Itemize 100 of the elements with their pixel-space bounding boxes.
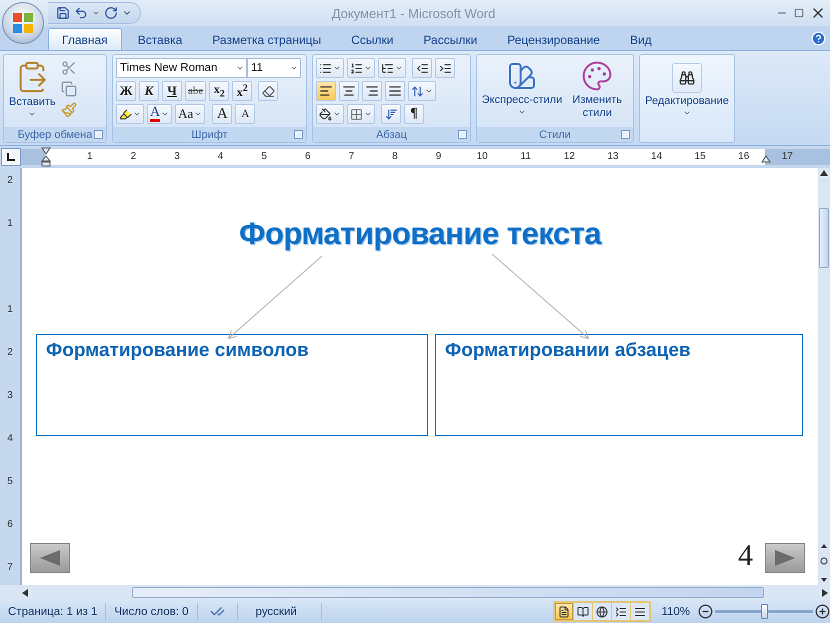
line-spacing-button[interactable] xyxy=(408,81,436,101)
group-label: Стили xyxy=(539,128,571,140)
outdent-icon xyxy=(416,62,428,74)
format-button[interactable]: К xyxy=(139,81,159,101)
format-button[interactable]: abe xyxy=(185,81,206,101)
ruler-number: 2 xyxy=(7,174,13,188)
next-button[interactable] xyxy=(765,543,805,573)
bullets-button[interactable] xyxy=(316,58,344,78)
caret-icon xyxy=(682,109,691,117)
document-heading: Форматирование текста xyxy=(238,216,601,252)
ruler-number: 9 xyxy=(434,150,442,164)
shading-button[interactable] xyxy=(316,104,344,124)
align-button[interactable] xyxy=(385,81,405,101)
ribbon-tab[interactable]: Главная xyxy=(48,28,122,50)
sort-button[interactable] xyxy=(381,104,401,124)
zoom-in-icon[interactable] xyxy=(815,604,830,619)
quick-styles-button[interactable]: Экспресс-стили xyxy=(480,58,564,124)
decrease-indent-button[interactable] xyxy=(412,58,432,78)
show-marks-button[interactable]: ¶ xyxy=(404,104,424,124)
restore-icon[interactable] xyxy=(794,8,804,18)
ribbon-tab[interactable]: Рецензирование xyxy=(493,28,614,50)
scroll-up-icon[interactable] xyxy=(820,170,828,176)
binoculars-icon xyxy=(678,70,695,86)
tab-selector[interactable] xyxy=(1,148,21,166)
ruler-number: 11 xyxy=(520,150,532,164)
font-size-field[interactable]: 11 xyxy=(247,58,301,78)
ruler-number: 7 xyxy=(348,150,356,164)
caret-icon xyxy=(395,64,403,72)
view-button[interactable] xyxy=(612,603,630,620)
group-label: Абзац xyxy=(376,128,407,140)
font-color-button[interactable]: A xyxy=(147,104,172,124)
change-case-button[interactable]: Aa xyxy=(175,104,206,124)
scroll-thumb[interactable] xyxy=(819,208,829,268)
align-button[interactable] xyxy=(339,81,359,101)
font-name-field[interactable]: Times New Roman xyxy=(116,58,247,78)
ruler-number: 6 xyxy=(7,518,13,532)
cut-icon[interactable] xyxy=(60,60,77,76)
undo-icon[interactable] xyxy=(74,6,88,20)
redo-icon[interactable] xyxy=(104,6,118,20)
grow-font-button[interactable]: A xyxy=(212,104,232,124)
indent-marker-icon[interactable] xyxy=(41,147,51,167)
caret-icon xyxy=(364,64,372,72)
increase-indent-button[interactable] xyxy=(435,58,455,78)
slider-thumb[interactable] xyxy=(761,604,768,619)
ruler-number: 1 xyxy=(7,217,13,231)
paste-button[interactable]: Вставить xyxy=(7,58,58,124)
numbering-button[interactable] xyxy=(347,58,375,78)
save-icon[interactable] xyxy=(56,6,70,20)
page-count[interactable]: Страница: 1 из 1 xyxy=(0,603,106,620)
view-button[interactable] xyxy=(555,603,574,620)
align-button[interactable] xyxy=(316,81,336,101)
caret-icon xyxy=(92,9,100,17)
ribbon-tab[interactable]: Рассылки xyxy=(409,28,492,50)
format-button[interactable]: Ж xyxy=(116,81,136,101)
language[interactable]: русский xyxy=(238,603,322,620)
scroll-left-icon[interactable] xyxy=(22,588,28,596)
grid-icon xyxy=(350,108,363,120)
ruler-number: 3 xyxy=(7,389,13,403)
globe-icon xyxy=(596,606,608,618)
shrink-font-button[interactable]: A xyxy=(235,104,256,124)
clear-format-button[interactable] xyxy=(258,81,278,101)
right-triangle-icon xyxy=(774,549,796,567)
align-icon xyxy=(319,84,333,98)
indent-icon xyxy=(438,62,452,74)
view-button[interactable] xyxy=(574,603,592,620)
format-button[interactable]: Ч xyxy=(162,81,182,101)
horizontal-scrollbar[interactable] xyxy=(0,585,830,600)
align-button[interactable] xyxy=(362,81,382,101)
format-button[interactable]: x$_{2}$ xyxy=(209,81,230,101)
caret-icon xyxy=(236,64,244,72)
scroll-thumb[interactable] xyxy=(132,587,764,598)
ruler-number: 8 xyxy=(391,150,399,164)
zoom-out-icon[interactable] xyxy=(698,604,713,619)
ribbon-tab[interactable]: Разметка страницы xyxy=(198,28,336,50)
view-button[interactable] xyxy=(631,603,650,620)
numbered-list-icon xyxy=(350,62,363,74)
word-count[interactable]: Число слов: 0 xyxy=(106,603,198,620)
book-icon xyxy=(577,606,590,618)
vertical-scrollbar[interactable] xyxy=(818,168,830,585)
help-icon[interactable] xyxy=(811,30,826,46)
change-styles-button[interactable]: Изменить стили xyxy=(564,58,630,124)
format-button[interactable]: x$^{2}$ xyxy=(232,81,252,101)
caret-icon xyxy=(518,108,526,116)
align-icon xyxy=(388,84,402,98)
ribbon-tab[interactable]: Вставка xyxy=(124,28,196,50)
align-icon xyxy=(342,84,356,98)
zoom-level[interactable]: 110% xyxy=(661,606,690,618)
scroll-right-icon[interactable] xyxy=(822,588,828,596)
ribbon-tab[interactable]: Вид xyxy=(616,28,666,50)
palette-icon xyxy=(581,60,614,92)
highlight-button[interactable] xyxy=(116,104,144,124)
tree-list-icon xyxy=(381,62,394,74)
left-triangle-icon xyxy=(39,549,61,567)
borders-button[interactable] xyxy=(347,104,375,124)
view-button[interactable] xyxy=(593,603,612,620)
sort-icon xyxy=(384,108,398,120)
multilevel-list-button[interactable] xyxy=(378,58,406,78)
previous-button[interactable] xyxy=(30,543,70,573)
ribbon-tab[interactable]: Ссылки xyxy=(337,28,408,50)
ruler-number: 15 xyxy=(694,150,707,164)
